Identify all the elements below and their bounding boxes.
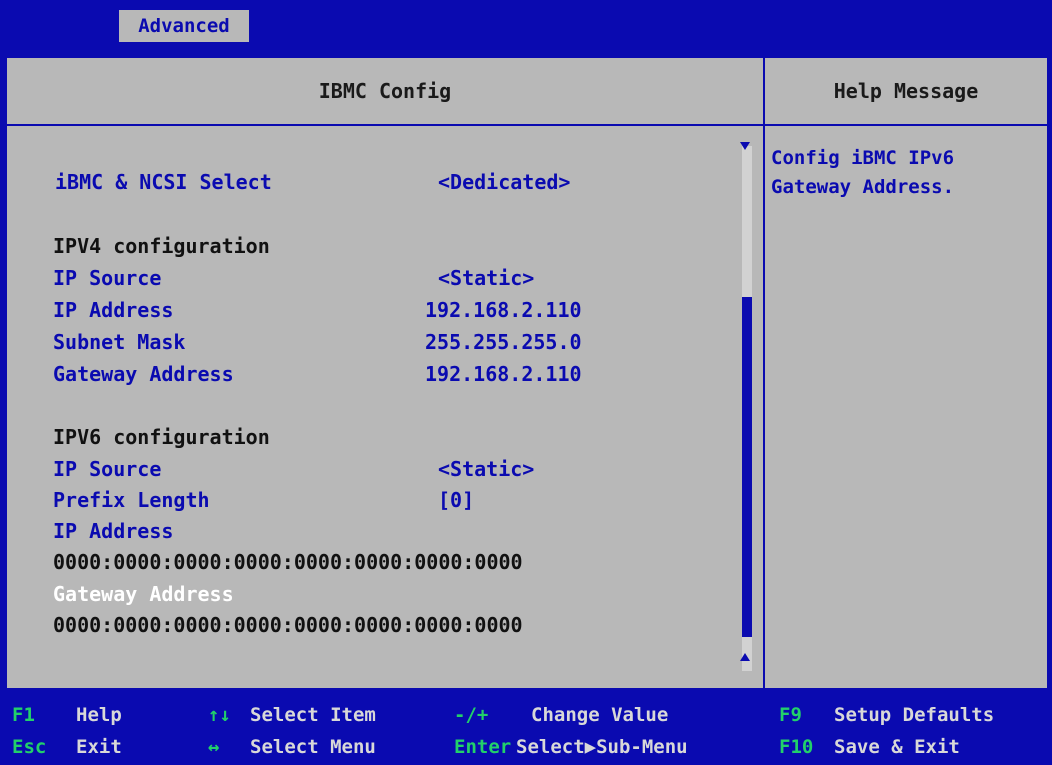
ipv4-gateway-label[interactable]: Gateway Address (53, 362, 234, 386)
key-f10-desc: Save & Exit (834, 736, 960, 758)
left-right-arrows-icon: ↔ (208, 736, 220, 758)
ipv4-ip-address-label[interactable]: IP Address (53, 298, 173, 322)
key-change-value-desc: Change Value (531, 704, 669, 726)
up-down-arrows-icon: ↑↓ (208, 704, 231, 726)
key-f1: F1 (12, 704, 35, 726)
key-f9-desc: Setup Defaults (834, 704, 995, 726)
key-enter: Enter (454, 736, 512, 758)
top-menu-bar: Advanced (0, 0, 1052, 44)
tab-advanced[interactable]: Advanced (119, 10, 249, 42)
scroll-up-arrow-icon[interactable] (740, 653, 750, 661)
ipv4-ip-source-label[interactable]: IP Source (53, 266, 161, 290)
header-divider (7, 124, 1047, 126)
ipv4-ip-source-value[interactable]: <Static> (438, 266, 534, 290)
key-f9: F9 (779, 704, 802, 726)
ipv4-subnet-mask-label[interactable]: Subnet Mask (53, 330, 185, 354)
ipv4-subnet-mask-value[interactable]: 255.255.255.0 (425, 330, 582, 354)
column-divider (763, 58, 765, 688)
scrollbar-thumb[interactable] (742, 297, 752, 637)
ipv4-gateway-value[interactable]: 192.168.2.110 (425, 362, 582, 386)
page-title: IBMC Config (318, 79, 452, 103)
bios-setup-screen: Advanced IBMC Config Help Message iBMC &… (0, 0, 1052, 765)
ipv6-ip-source-value[interactable]: <Static> (438, 457, 534, 481)
config-panel: IBMC Config Help Message iBMC & NCSI Sel… (7, 58, 1047, 688)
key-esc-desc: Exit (76, 736, 122, 758)
ipv6-ip-address-value[interactable]: 0000:0000:0000:0000:0000:0000:0000:0000 (53, 550, 523, 574)
key-legend-footer: F1 Help Esc Exit ↑↓ Select Item ↔ Select… (0, 698, 1052, 765)
scrollbar-track[interactable] (742, 146, 752, 671)
ipv6-ip-address-label[interactable]: IP Address (53, 519, 173, 543)
key-f10: F10 (779, 736, 814, 758)
key-enter-desc: Select▶Sub-Menu (516, 736, 688, 758)
ipv6-prefix-length-value[interactable]: [0] (438, 488, 474, 512)
ipv4-section-heading: IPV4 configuration (53, 234, 270, 258)
help-message-text: Config iBMC IPv6 Gateway Address. (771, 147, 955, 198)
ipv6-prefix-length-label[interactable]: Prefix Length (53, 488, 210, 512)
ncsi-select-label[interactable]: iBMC & NCSI Select (55, 170, 272, 194)
ncsi-select-value[interactable]: <Dedicated> (438, 170, 570, 194)
scroll-down-arrow-icon[interactable] (740, 142, 750, 150)
ipv6-section-heading: IPV6 configuration (53, 425, 270, 449)
ipv4-ip-address-value[interactable]: 192.168.2.110 (425, 298, 582, 322)
key-select-item-desc: Select Item (250, 704, 376, 726)
ipv6-gateway-label-selected[interactable]: Gateway Address (53, 582, 234, 606)
key-select-menu-desc: Select Menu (250, 736, 376, 758)
ipv6-ip-source-label[interactable]: IP Source (53, 457, 161, 481)
ipv6-gateway-value[interactable]: 0000:0000:0000:0000:0000:0000:0000:0000 (53, 613, 523, 637)
key-plus-minus: -/+ (454, 704, 489, 726)
key-f1-desc: Help (76, 704, 122, 726)
help-title: Help Message (833, 79, 979, 103)
key-esc: Esc (12, 736, 47, 758)
